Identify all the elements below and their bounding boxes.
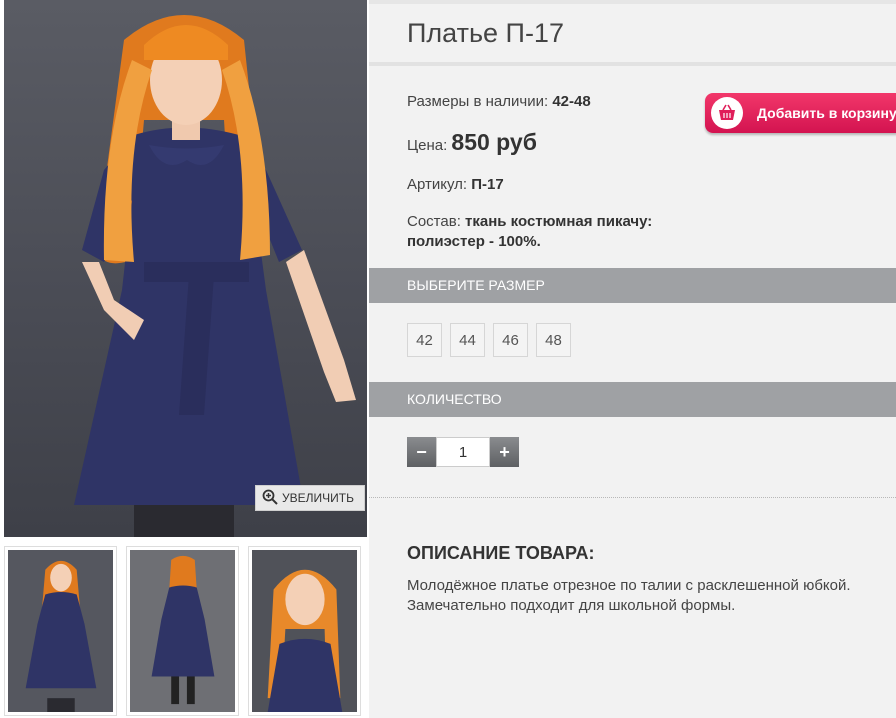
product-title: Платье П-17 <box>407 18 564 48</box>
thumbnail-closeup[interactable] <box>248 546 361 716</box>
quantity-section-header: КОЛИЧЕСТВО <box>369 382 896 417</box>
sku-row: Артикул: П-17 <box>407 176 504 193</box>
product-info-panel: Платье П-17 Размеры в наличии: 42-48 Цен… <box>369 0 896 718</box>
sku-label: Артикул: <box>407 176 468 193</box>
quantity-increase-button[interactable]: + <box>490 437 519 467</box>
basket-icon <box>711 97 743 129</box>
thumbnail-back[interactable] <box>126 546 239 716</box>
size-option-48[interactable]: 48 <box>536 323 571 357</box>
model-photo-illustration <box>74 15 356 537</box>
composition-value-line2: полиэстер - 100%. <box>407 233 541 250</box>
composition-value-line1: ткань костюмная пикачу: <box>465 213 653 230</box>
size-section-header: ВЫБЕРИТЕ РАЗМЕР <box>369 268 896 303</box>
zoom-label: УВЕЛИЧИТЬ <box>282 491 354 505</box>
thumbnail-front[interactable] <box>4 546 117 716</box>
composition-row: Состав: ткань костюмная пикачу: полиэсте… <box>407 212 652 252</box>
sizes-available-value: 42-48 <box>552 93 591 110</box>
thumbnail-strip <box>4 546 369 718</box>
sizes-available-row: Размеры в наличии: 42-48 <box>407 93 591 110</box>
main-product-photo[interactable]: УВЕЛИЧИТЬ <box>4 0 367 537</box>
price-label: Цена: <box>407 137 448 154</box>
quantity-stepper: − + <box>407 437 519 467</box>
divider <box>369 497 896 498</box>
zoom-button[interactable]: УВЕЛИЧИТЬ <box>255 485 365 511</box>
add-to-cart-button[interactable]: Добавить в корзину <box>705 93 896 133</box>
magnifier-plus-icon <box>262 489 278 508</box>
title-bar: Платье П-17 <box>369 0 896 66</box>
size-option-44[interactable]: 44 <box>450 323 485 357</box>
size-option-42[interactable]: 42 <box>407 323 442 357</box>
description-text: Молодёжное платье отрезное по талии с ра… <box>407 576 896 616</box>
composition-label: Состав: <box>407 213 461 230</box>
quantity-input[interactable] <box>436 437 490 467</box>
quantity-decrease-button[interactable]: − <box>407 437 436 467</box>
sku-value: П-17 <box>471 176 504 193</box>
description-heading: ОПИСАНИЕ ТОВАРА: <box>407 543 595 563</box>
add-to-cart-label: Добавить в корзину <box>757 105 896 121</box>
sizes-available-label: Размеры в наличии: <box>407 93 549 110</box>
size-option-46[interactable]: 46 <box>493 323 528 357</box>
description-line-1: Молодёжное платье отрезное по талии с ра… <box>407 577 851 594</box>
price-value: 850 руб <box>451 129 537 155</box>
size-options: 42 44 46 48 <box>407 323 571 357</box>
price-row: Цена: 850 руб <box>407 129 537 156</box>
product-gallery: УВЕЛИЧИТЬ <box>0 0 369 718</box>
description-line-2: Замечательно подходит для школьной формы… <box>407 597 736 614</box>
